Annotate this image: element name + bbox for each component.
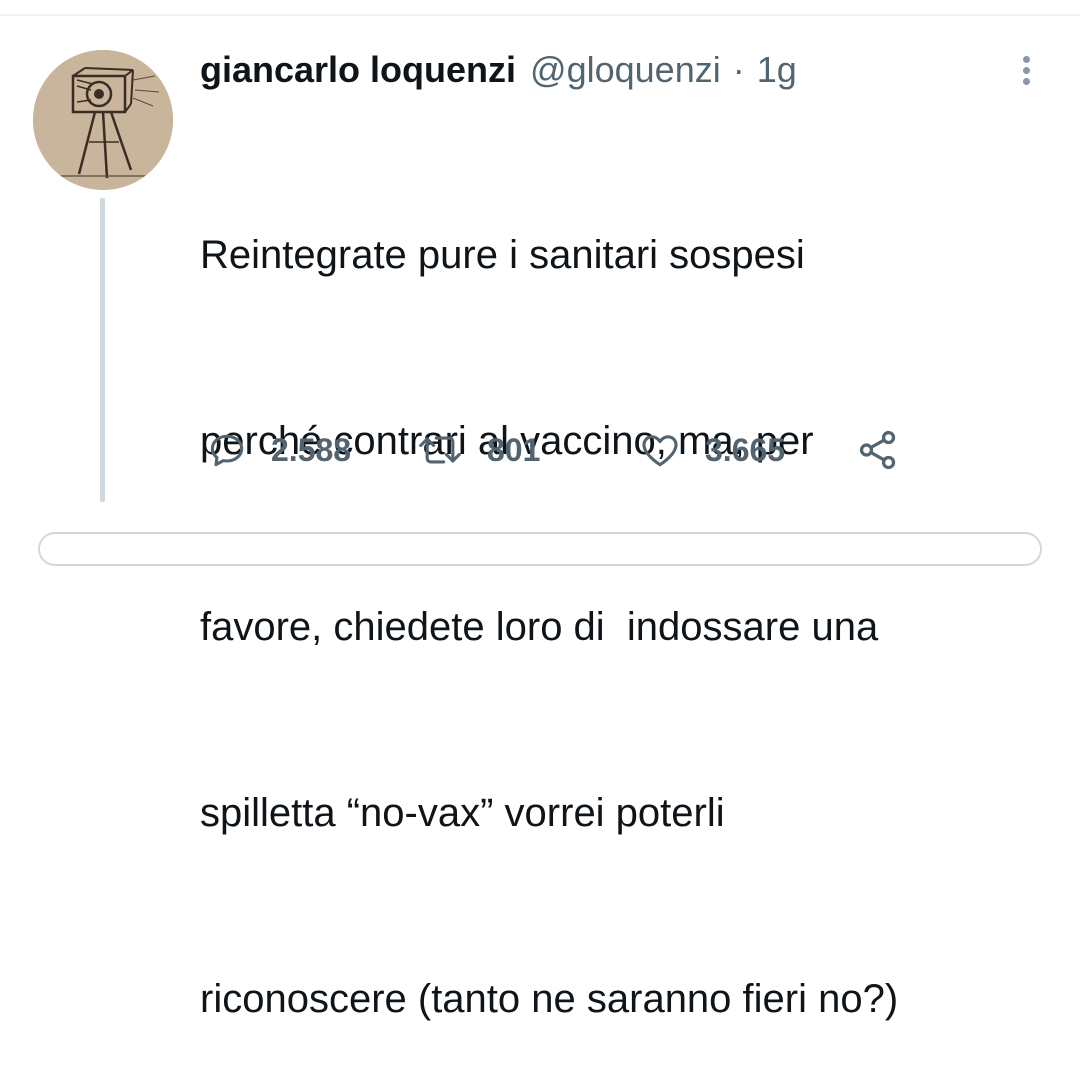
more-options-button[interactable] [1012,50,1042,90]
next-tweet-card[interactable] [38,532,1042,566]
tweet-text: Reintegrate pure i sanitari sospesi perc… [200,100,1060,1084]
tweet-text-line: spilletta “no-vax” vorrei poterli [200,791,725,835]
camera-tripod-sketch-icon [33,50,173,190]
retweet-count: 801 [487,431,541,468]
user-handle[interactable]: @gloquenzi [530,49,721,91]
reply-count: 2.588 [271,431,352,468]
tweet-text-line: favore, chiedete loro di indossare una [200,605,879,649]
like-count: 3.665 [705,431,786,468]
retweet-icon [419,436,461,464]
timestamp[interactable]: 1g [757,49,797,91]
share-icon [859,430,896,470]
action-bar: 2.588 801 3.665 [205,422,1025,478]
heart-icon [642,435,678,467]
top-divider [0,14,1080,16]
like-button[interactable]: 3.665 [637,422,785,478]
reply-bubble-icon [210,434,244,467]
tweet-text-line: riconoscere (tanto ne saranno fieri no?) [200,977,899,1021]
thread-line [100,198,105,502]
separator-dot: · [732,49,745,90]
share-button[interactable] [855,422,901,478]
reply-button[interactable]: 2.588 [205,422,351,478]
tweet-header: giancarlo loquenzi @gloquenzi · 1g [200,44,797,96]
retweet-button[interactable]: 801 [415,422,540,478]
avatar[interactable] [33,50,173,190]
tweet-text-line: Reintegrate pure i sanitari sospesi [200,233,805,277]
display-name[interactable]: giancarlo loquenzi [200,49,516,91]
